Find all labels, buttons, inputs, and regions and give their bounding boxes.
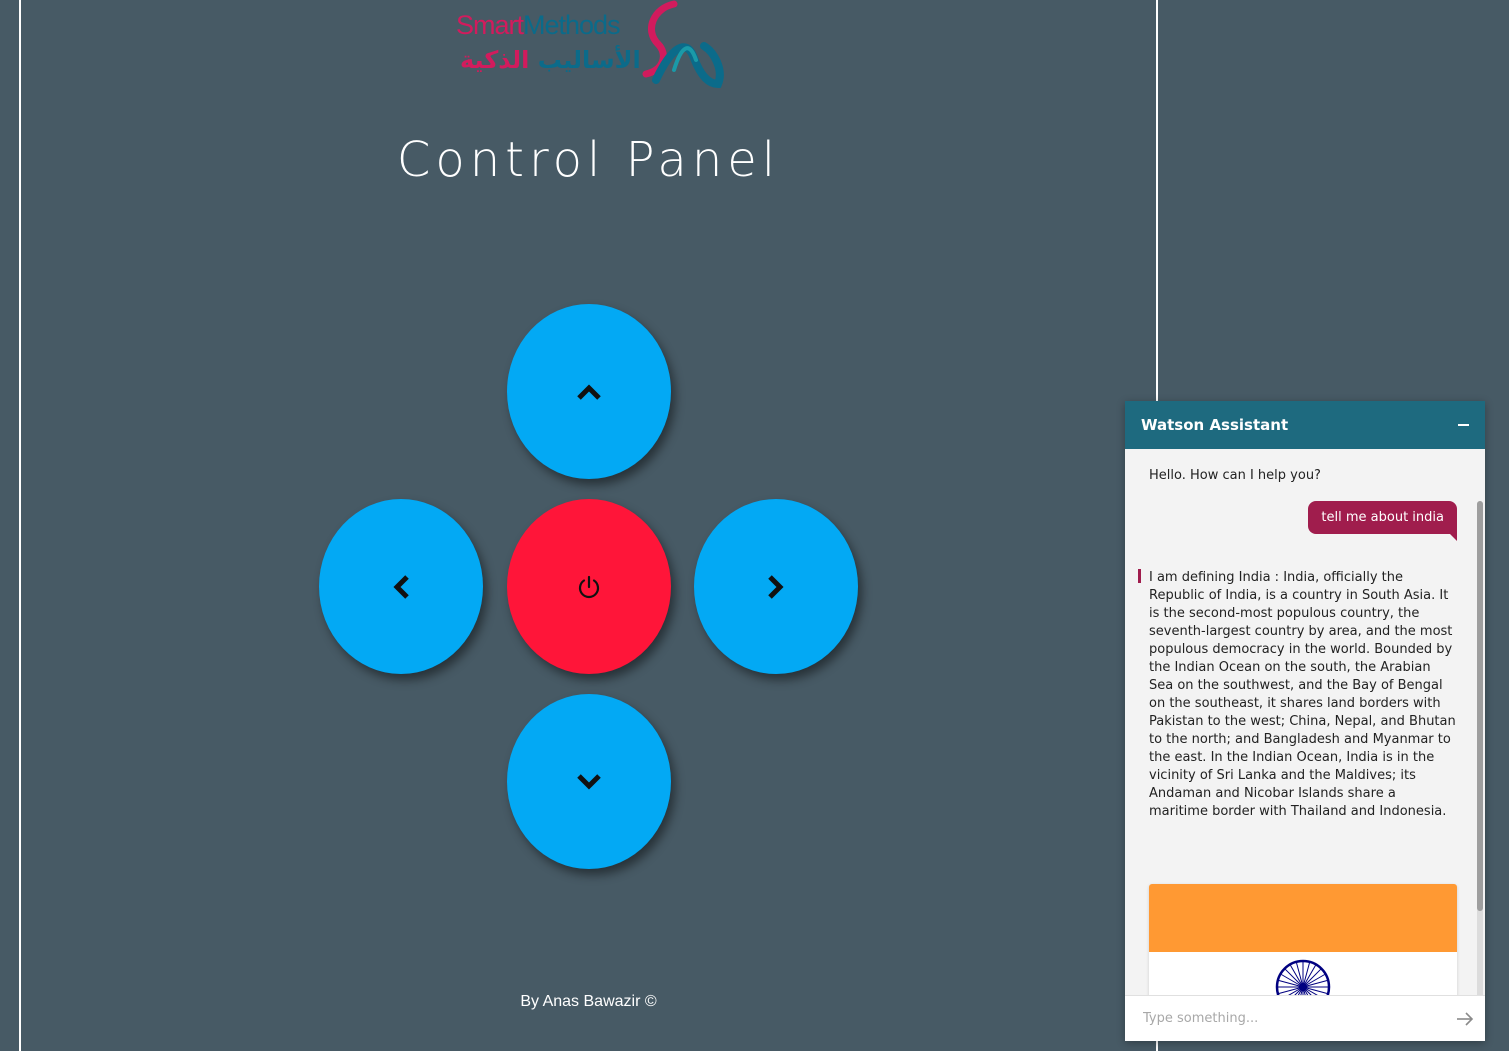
chat-messages[interactable]: Hello. How can I help you? tell me about… [1125, 449, 1485, 995]
down-button[interactable] [507, 694, 671, 869]
power-icon [578, 575, 600, 598]
logo-arabic: الأساليب الذكية [460, 46, 641, 74]
minimize-icon[interactable] [1458, 424, 1469, 426]
logo-arabic-1: الأساليب [537, 46, 641, 74]
chevron-up-icon [577, 383, 601, 400]
up-button[interactable] [507, 304, 671, 479]
india-flag-image [1149, 884, 1457, 995]
bot-message-indicator [1138, 569, 1141, 583]
chat-scroll-thumb[interactable] [1477, 501, 1483, 911]
bot-message: I am defining India : India, officially … [1149, 570, 1456, 819]
smart-methods-logo: SmartMethods الأساليب الذكية [452, 0, 724, 92]
logo-arabic-2: الذكية [460, 46, 530, 74]
user-message: tell me about india [1308, 501, 1457, 541]
logo-methods: Methods [523, 10, 621, 40]
page-title: Control Panel [396, 132, 781, 188]
chat-scrollbar[interactable] [1477, 501, 1483, 995]
chat-header: Watson Assistant [1125, 401, 1485, 449]
chevron-down-icon [577, 773, 601, 790]
bot-message: Hello. How can I help you? [1149, 468, 1321, 483]
left-button[interactable] [319, 499, 483, 674]
watson-chat-widget: Watson Assistant Hello. How can I help y… [1125, 401, 1485, 1041]
chat-input-row [1125, 995, 1485, 1041]
ashoka-chakra-icon [1275, 959, 1331, 995]
chat-input[interactable] [1125, 998, 1445, 1039]
chevron-left-icon [393, 574, 409, 599]
logo-swoosh-icon [642, 0, 724, 89]
logo-wordmark: SmartMethods [456, 10, 621, 41]
page: SmartMethods الأساليب الذكية Control Pan… [0, 0, 1509, 1051]
chevron-right-icon [768, 574, 784, 599]
right-button[interactable] [694, 499, 858, 674]
logo-smart: Smart [456, 10, 524, 40]
send-arrow-icon[interactable] [1445, 999, 1485, 1039]
chat-title: Watson Assistant [1141, 416, 1289, 434]
power-button[interactable] [507, 499, 671, 674]
footer-credit: By Anas Bawazir © [520, 993, 657, 1010]
